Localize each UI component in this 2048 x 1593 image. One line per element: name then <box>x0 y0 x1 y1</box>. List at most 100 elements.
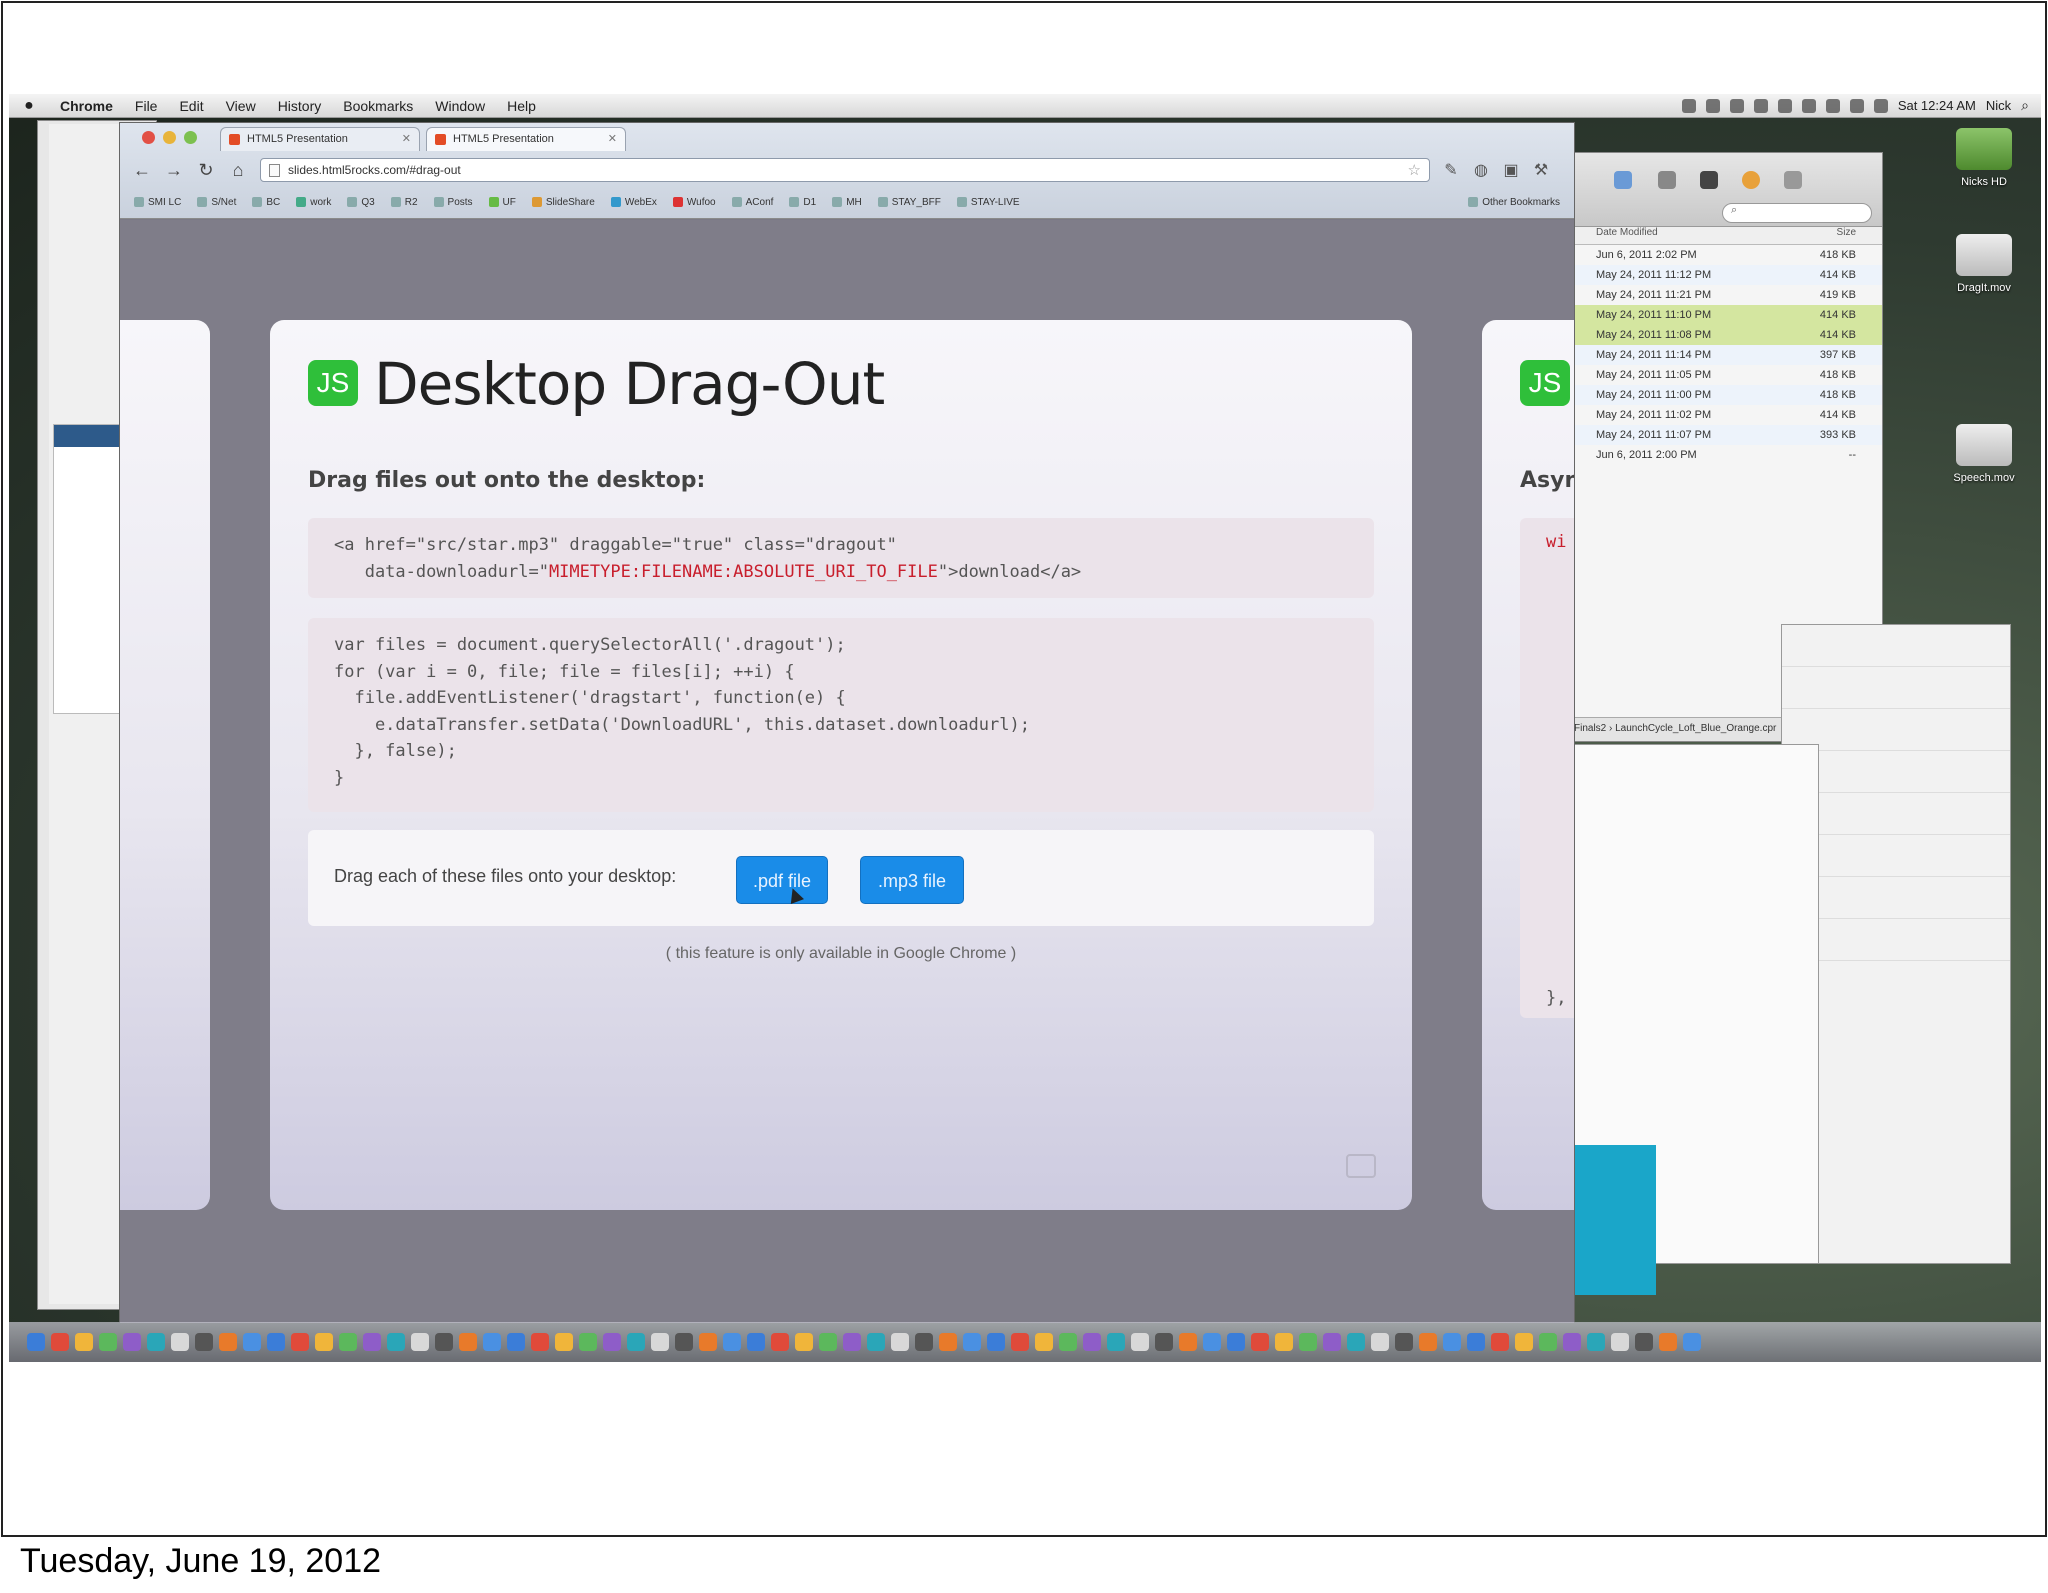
wifi-icon[interactable] <box>1825 98 1840 113</box>
dock-app-icon[interactable] <box>843 1333 861 1351</box>
dock-app-icon[interactable] <box>195 1333 213 1351</box>
bookmark-item[interactable]: SMI LC <box>134 197 181 208</box>
dock-app-icon[interactable] <box>411 1333 429 1351</box>
desktop-icon-speech[interactable]: Speech.mov <box>1929 424 2039 484</box>
dock-app-icon[interactable] <box>963 1333 981 1351</box>
dock-app-icon[interactable] <box>315 1333 333 1351</box>
tab-presentation-1[interactable]: HTML5 Presentation ✕ <box>220 127 420 151</box>
volume-icon[interactable] <box>1849 98 1864 113</box>
dock-app-icon[interactable] <box>1347 1333 1365 1351</box>
bookmark-item[interactable]: D1 <box>789 197 816 208</box>
next-slide[interactable]: JS Asyn wi }, <box>1482 320 1574 1210</box>
bookmark-item[interactable]: MH <box>832 197 862 208</box>
dock-app-icon[interactable] <box>1107 1333 1125 1351</box>
pdf-file-button[interactable]: .pdf file <box>736 856 828 904</box>
status-icon[interactable] <box>1753 98 1768 113</box>
dock-app-icon[interactable] <box>699 1333 717 1351</box>
view-icon[interactable] <box>1658 171 1676 189</box>
list-item[interactable]: May 24, 2011 11:10 PM 414 KB <box>1566 305 1882 325</box>
close-window-button[interactable] <box>142 131 155 144</box>
dock-app-icon[interactable] <box>459 1333 477 1351</box>
dock-app-icon[interactable] <box>1563 1333 1581 1351</box>
desktop-icon-hd[interactable]: Nicks HD <box>1929 128 2039 188</box>
dock-app-icon[interactable] <box>1155 1333 1173 1351</box>
extension-icon[interactable]: ◍ <box>1472 160 1490 180</box>
dock-app-icon[interactable] <box>1419 1333 1437 1351</box>
dock-app-icon[interactable] <box>795 1333 813 1351</box>
status-icon[interactable] <box>1729 98 1744 113</box>
status-icon[interactable] <box>1777 98 1792 113</box>
finder-column-header[interactable]: Date Modified Size <box>1566 227 1882 245</box>
list-item[interactable]: May 24, 2011 11:21 PM 419 KB <box>1566 285 1882 305</box>
desktop-icon-dragit[interactable]: DragIt.mov <box>1929 234 2039 294</box>
dock-app-icon[interactable] <box>147 1333 165 1351</box>
bookmark-item[interactable]: STAY_BFF <box>877 197 941 208</box>
dock-app-icon[interactable] <box>123 1333 141 1351</box>
mp3-file-button[interactable]: .mp3 file <box>860 856 964 904</box>
list-item[interactable]: May 24, 2011 11:07 PM 393 KB <box>1566 425 1882 445</box>
list-item[interactable]: May 24, 2011 11:02 PM 414 KB <box>1566 405 1882 425</box>
dock-app-icon[interactable] <box>363 1333 381 1351</box>
menu-chrome[interactable]: Chrome <box>49 98 124 114</box>
settings-wrench-icon[interactable]: ⚒ <box>1532 160 1550 180</box>
dock-app-icon[interactable] <box>1539 1333 1557 1351</box>
dock-app-icon[interactable] <box>819 1333 837 1351</box>
dock-app-icon[interactable] <box>603 1333 621 1351</box>
font-icon[interactable] <box>1784 171 1802 189</box>
menu-view[interactable]: View <box>215 98 267 114</box>
bookmark-star-icon[interactable]: ☆ <box>1408 161 1421 179</box>
dock-app-icon[interactable] <box>1659 1333 1677 1351</box>
dock-app-icon[interactable] <box>75 1333 93 1351</box>
dock-app-icon[interactable] <box>1323 1333 1341 1351</box>
dock-app-icon[interactable] <box>27 1333 45 1351</box>
dock-app-icon[interactable] <box>1371 1333 1389 1351</box>
menu-edit[interactable]: Edit <box>168 98 214 114</box>
dock-app-icon[interactable] <box>723 1333 741 1351</box>
dock-app-icon[interactable] <box>1179 1333 1197 1351</box>
list-item[interactable]: May 24, 2011 11:14 PM 397 KB <box>1566 345 1882 365</box>
dock-app-icon[interactable] <box>243 1333 261 1351</box>
color-icon[interactable] <box>1742 171 1760 189</box>
finder-search-input[interactable]: ⌕ <box>1722 203 1872 223</box>
list-item[interactable]: May 24, 2011 11:05 PM 418 KB <box>1566 365 1882 385</box>
spotlight-search-icon[interactable]: ⌕ <box>2021 97 2029 114</box>
minimize-window-button[interactable] <box>163 131 176 144</box>
dock-app-icon[interactable] <box>675 1333 693 1351</box>
dock-app-icon[interactable] <box>891 1333 909 1351</box>
zoom-window-button[interactable] <box>184 131 197 144</box>
status-icon[interactable] <box>1705 98 1720 113</box>
dock-app-icon[interactable] <box>1467 1333 1485 1351</box>
dock-app-icon[interactable] <box>1515 1333 1533 1351</box>
dock-app-icon[interactable] <box>1611 1333 1629 1351</box>
address-bar[interactable]: slides.html5rocks.com/#drag-out ☆ <box>260 158 1430 182</box>
dock-app-icon[interactable] <box>627 1333 645 1351</box>
dock-app-icon[interactable] <box>1035 1333 1053 1351</box>
list-item[interactable]: Jun 6, 2011 2:00 PM -- <box>1566 445 1882 465</box>
dock-app-icon[interactable] <box>1011 1333 1029 1351</box>
bookmark-item[interactable]: Wufoo <box>672 197 716 208</box>
bookmark-item[interactable]: SlideShare <box>531 197 595 208</box>
menubar-clock[interactable]: Sat 12:24 AM <box>1898 98 1976 113</box>
dock-app-icon[interactable] <box>171 1333 189 1351</box>
dock-app-icon[interactable] <box>747 1333 765 1351</box>
dock-app-icon[interactable] <box>867 1333 885 1351</box>
dock-app-icon[interactable] <box>1059 1333 1077 1351</box>
dock-app-icon[interactable] <box>291 1333 309 1351</box>
dock-app-icon[interactable] <box>1587 1333 1605 1351</box>
dock-app-icon[interactable] <box>555 1333 573 1351</box>
dock-app-icon[interactable] <box>1275 1333 1293 1351</box>
dock-app-icon[interactable] <box>1443 1333 1461 1351</box>
dock-app-icon[interactable] <box>1131 1333 1149 1351</box>
tab-presentation-2[interactable]: HTML5 Presentation ✕ <box>426 127 626 151</box>
dock-app-icon[interactable] <box>915 1333 933 1351</box>
bookmark-item[interactable]: Q3 <box>347 197 375 208</box>
dock-app-icon[interactable] <box>435 1333 453 1351</box>
list-item[interactable]: May 24, 2011 11:08 PM 414 KB <box>1566 325 1882 345</box>
window-icon[interactable] <box>1700 171 1718 189</box>
other-bookmarks[interactable]: Other Bookmarks <box>1468 197 1574 208</box>
column-size[interactable]: Size <box>1806 227 1866 244</box>
dock-app-icon[interactable] <box>267 1333 285 1351</box>
dock-app-icon[interactable] <box>507 1333 525 1351</box>
back-arrow-icon[interactable]: ← <box>132 160 152 181</box>
dock-app-icon[interactable] <box>1635 1333 1653 1351</box>
